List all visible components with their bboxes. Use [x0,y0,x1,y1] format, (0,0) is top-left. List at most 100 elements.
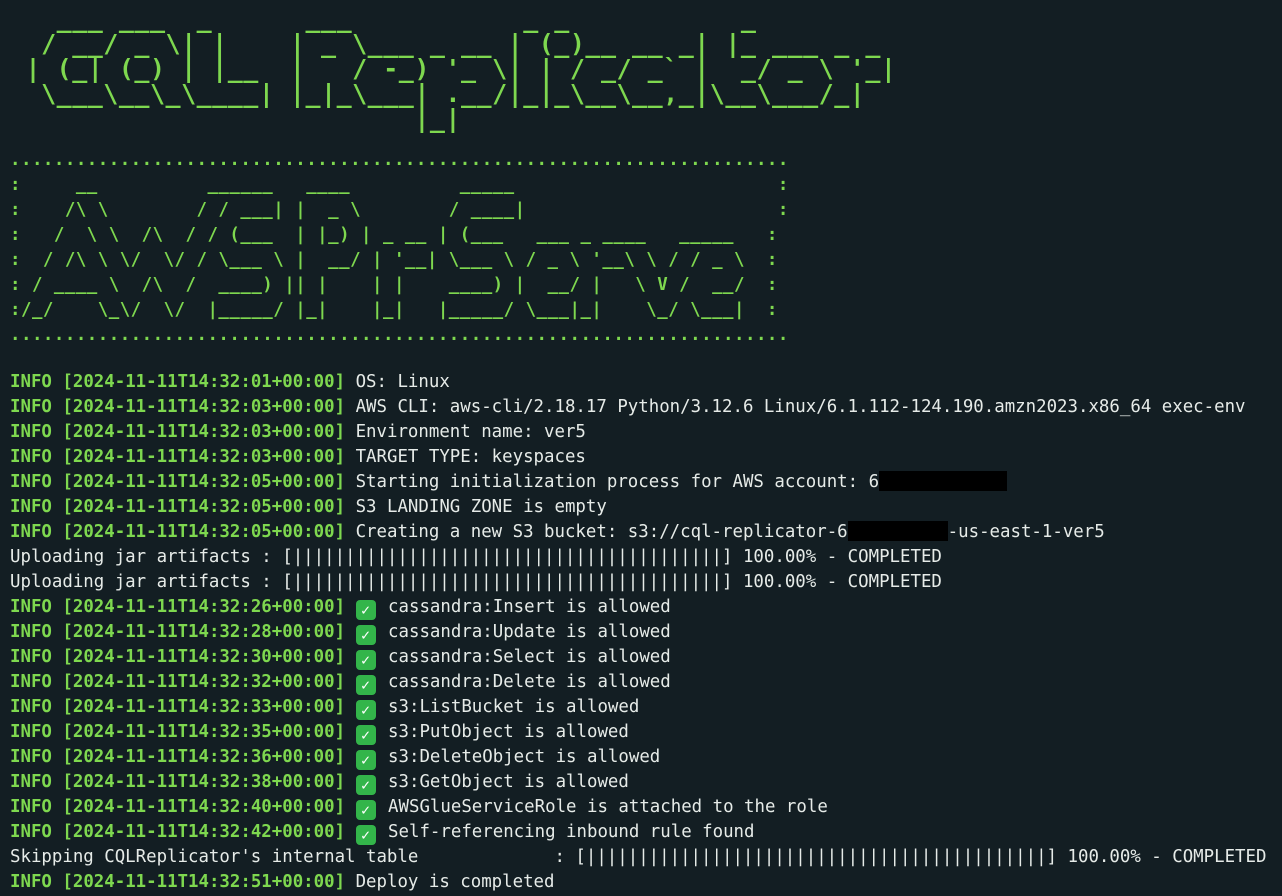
cqlreplicator-ascii-banner: ___ ___ _ ___ _ _ _ / __/ _ \| | | _ \__… [25,4,897,133]
log-timestamp: [2024-11-11T14:32:05+00:00] [62,497,346,517]
progress-label: Skipping CQLReplicator's internal table … [10,847,576,867]
log-timestamp: [2024-11-11T14:32:05+00:00] [62,522,346,542]
log-timestamp: [2024-11-11T14:32:36+00:00] [62,747,346,767]
progress-status: - COMPLETED [1151,847,1267,867]
log-level: INFO [10,522,52,542]
log-message: s3:DeleteObject is allowed [388,747,661,767]
log-timestamp: [2024-11-11T14:32:03+00:00] [62,397,346,417]
log-level: INFO [10,747,52,767]
progress-status: - COMPLETED [826,547,942,567]
check-line: INFO [2024-11-11T14:32:30+00:00] ✓ cassa… [10,645,1282,670]
check-line: INFO [2024-11-11T14:32:36+00:00] ✓ s3:De… [10,745,1282,770]
check-line: INFO [2024-11-11T14:32:28+00:00] ✓ cassa… [10,620,1282,645]
log-message: s3:ListBucket is allowed [388,697,640,717]
log-timestamp: [2024-11-11T14:32:40+00:00] [62,797,346,817]
aws-proserve-ascii-banner: ........................................… [10,150,789,345]
log-timestamp: [2024-11-11T14:32:03+00:00] [62,447,346,467]
progress-bar: [|||||||||||||||||||||||||||||||||||||||… [282,547,733,567]
check-mark-icon: ✓ [355,750,376,770]
log-level: INFO [10,672,52,692]
log-message: AWSGlueServiceRole is attached to the ro… [388,797,828,817]
log-line: INFO [2024-11-11T14:32:01+00:00] OS: Lin… [10,370,1282,395]
redacted-account-id [847,521,948,541]
log-output: INFO [2024-11-11T14:32:01+00:00] OS: Lin… [10,370,1282,895]
progress-bar: [|||||||||||||||||||||||||||||||||||||||… [575,847,1058,867]
log-level: INFO [10,822,52,842]
log-message: Environment name: ver5 [355,422,586,442]
log-level: INFO [10,622,52,642]
log-line: INFO [2024-11-11T14:32:05+00:00] Creatin… [10,520,1282,545]
check-line: INFO [2024-11-11T14:32:33+00:00] ✓ s3:Li… [10,695,1282,720]
log-message: Self-referencing inbound rule found [388,822,755,842]
check-mark-icon: ✓ [355,725,376,745]
log-timestamp: [2024-11-11T14:32:26+00:00] [62,597,346,617]
log-timestamp: [2024-11-11T14:32:33+00:00] [62,697,346,717]
progress-line: Skipping CQLReplicator's internal table … [10,845,1282,870]
log-level: INFO [10,422,52,442]
log-message: Creating a new S3 bucket: s3://cql-repli… [355,522,848,542]
check-line: INFO [2024-11-11T14:32:38+00:00] ✓ s3:Ge… [10,770,1282,795]
progress-label: Uploading jar artifacts : [10,547,283,567]
log-timestamp: [2024-11-11T14:32:30+00:00] [62,647,346,667]
log-message: Starting initialization process for AWS … [355,472,880,492]
log-timestamp: [2024-11-11T14:32:03+00:00] [62,422,346,442]
check-mark-icon: ✓ [355,625,376,645]
check-mark-icon: ✓ [355,825,376,845]
check-line: INFO [2024-11-11T14:32:42+00:00] ✓ Self-… [10,820,1282,845]
check-mark-icon: ✓ [355,675,376,695]
log-level: INFO [10,497,52,517]
log-line: INFO [2024-11-11T14:32:05+00:00] Startin… [10,470,1282,495]
log-level: INFO [10,697,52,717]
log-line: INFO [2024-11-11T14:32:05+00:00] S3 LAND… [10,495,1282,520]
log-message: Deploy is completed [355,872,555,892]
log-level: INFO [10,397,52,417]
progress-percent: 100.00% [742,547,817,567]
log-message: cassandra:Update is allowed [388,622,671,642]
log-line: INFO [2024-11-11T14:32:03+00:00] TARGET … [10,445,1282,470]
log-timestamp: [2024-11-11T14:32:01+00:00] [62,372,346,392]
log-message: S3 LANDING ZONE is empty [355,497,607,517]
check-line: INFO [2024-11-11T14:32:40+00:00] ✓ AWSGl… [10,795,1282,820]
log-level: INFO [10,772,52,792]
check-mark-icon: ✓ [355,800,376,820]
progress-percent: 100.00% [742,572,817,592]
log-line: INFO [2024-11-11T14:32:03+00:00] Environ… [10,420,1282,445]
progress-bar: [|||||||||||||||||||||||||||||||||||||||… [282,572,733,592]
log-timestamp: [2024-11-11T14:32:51+00:00] [62,872,346,892]
log-timestamp: [2024-11-11T14:32:38+00:00] [62,772,346,792]
log-level: INFO [10,447,52,467]
progress-line: Uploading jar artifacts : [|||||||||||||… [10,570,1282,595]
log-timestamp: [2024-11-11T14:32:05+00:00] [62,472,346,492]
log-message: cassandra:Insert is allowed [388,597,671,617]
check-mark-icon: ✓ [355,650,376,670]
terminal-window[interactable]: ___ ___ _ ___ _ _ _ / __/ _ \| | | _ \__… [0,0,1282,896]
progress-line: Uploading jar artifacts : [|||||||||||||… [10,545,1282,570]
log-timestamp: [2024-11-11T14:32:35+00:00] [62,722,346,742]
check-line: INFO [2024-11-11T14:32:35+00:00] ✓ s3:Pu… [10,720,1282,745]
check-line: INFO [2024-11-11T14:32:26+00:00] ✓ cassa… [10,595,1282,620]
log-level: INFO [10,647,52,667]
progress-status: - COMPLETED [826,572,942,592]
check-mark-icon: ✓ [355,600,376,620]
log-timestamp: [2024-11-11T14:32:32+00:00] [62,672,346,692]
log-message-suffix: -us-east-1-ver5 [947,522,1105,542]
log-message: cassandra:Select is allowed [388,647,671,667]
log-message: TARGET TYPE: keyspaces [355,447,586,467]
log-line: INFO [2024-11-11T14:32:03+00:00] AWS CLI… [10,395,1282,420]
redacted-account-id [879,471,1008,491]
log-message: AWS CLI: aws-cli/2.18.17 Python/3.12.6 L… [355,397,1246,417]
check-mark-icon: ✓ [355,700,376,720]
log-level: INFO [10,872,52,892]
log-message: cassandra:Delete is allowed [388,672,671,692]
log-level: INFO [10,797,52,817]
log-message: s3:PutObject is allowed [388,722,629,742]
log-line: INFO [2024-11-11T14:32:51+00:00] Deploy … [10,870,1282,895]
log-message: s3:GetObject is allowed [388,772,629,792]
log-message: OS: Linux [355,372,450,392]
log-level: INFO [10,372,52,392]
check-line: INFO [2024-11-11T14:32:32+00:00] ✓ cassa… [10,670,1282,695]
log-timestamp: [2024-11-11T14:32:28+00:00] [62,622,346,642]
log-level: INFO [10,472,52,492]
log-level: INFO [10,722,52,742]
log-timestamp: [2024-11-11T14:32:42+00:00] [62,822,346,842]
